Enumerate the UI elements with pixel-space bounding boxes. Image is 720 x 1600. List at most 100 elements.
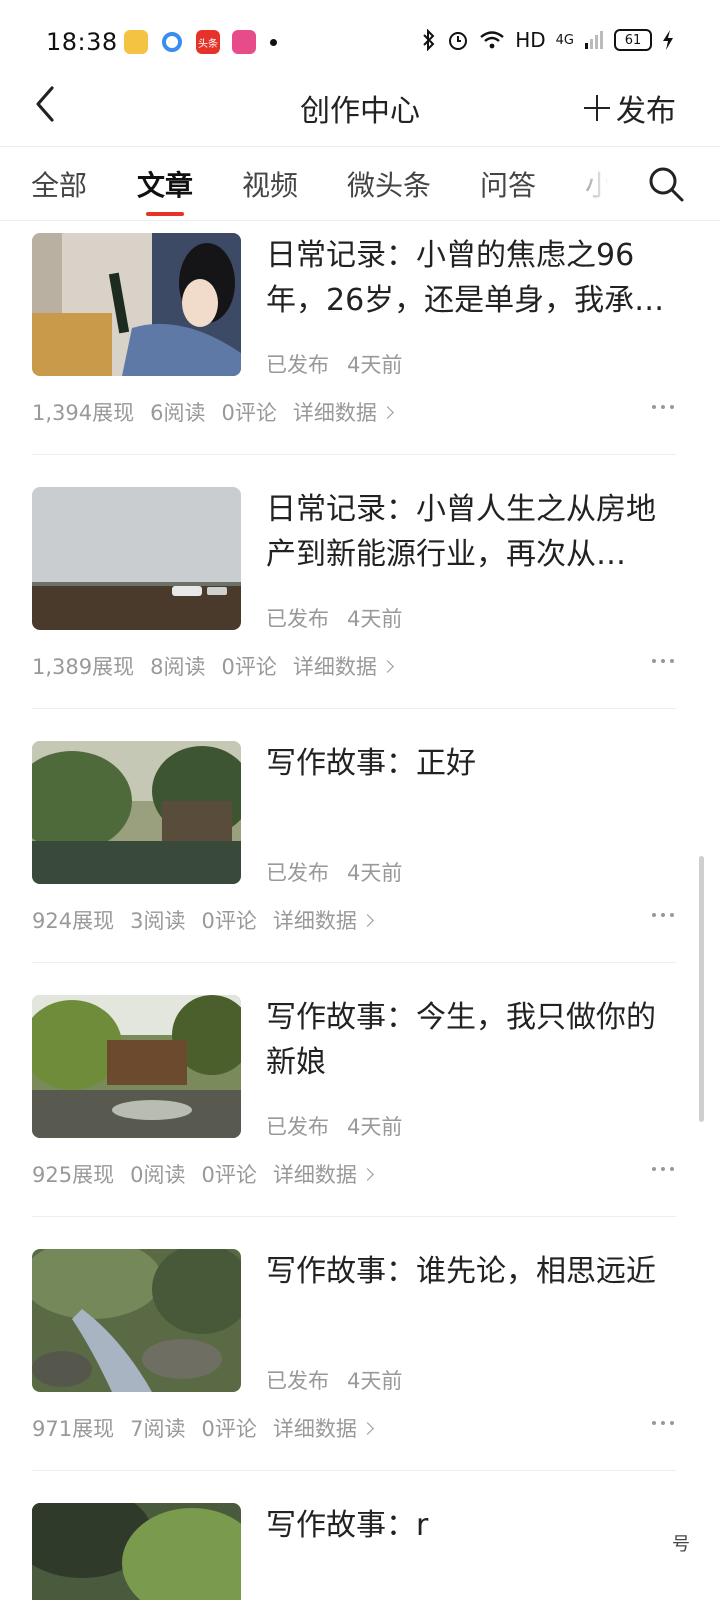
article-thumbnail <box>32 487 241 630</box>
status-time: 18:38 <box>46 28 118 56</box>
article-status: 已发布 4天前 <box>266 1365 420 1395</box>
publish-status: 已发布 <box>266 1369 329 1393</box>
toutiao-app-icon: 头条 <box>196 30 220 54</box>
article-stats: 1,394展现 6阅读 0评论 详细数据 <box>32 397 394 427</box>
bluetooth-icon <box>423 29 435 51</box>
article-item[interactable]: 日常记录：小曾的焦虑之96年，26岁，还是单身，我承… 已发布 4天前 1,394… <box>32 233 676 487</box>
impressions: 925展现 <box>32 1163 115 1187</box>
article-status: 已发布 4天前 <box>266 1111 420 1141</box>
tab-micro-posts[interactable]: 微头条 <box>347 164 431 204</box>
system-icons: HD 4G 61 <box>421 28 674 52</box>
reads: 6阅读 <box>150 401 206 425</box>
detail-label: 详细数据 <box>292 401 377 425</box>
article-title[interactable]: 日常记录：小曾人生之从房地产到新能源行业，再次从… <box>266 487 676 577</box>
signal-type: 4G <box>555 32 574 48</box>
more-options-icon[interactable] <box>652 1167 674 1171</box>
watermark-overlay <box>430 1510 700 1560</box>
notification-icons: 头条 <box>124 30 277 54</box>
comments: 0评论 <box>201 909 257 933</box>
detail-label: 详细数据 <box>292 655 377 679</box>
reads: 3阅读 <box>130 909 186 933</box>
browser-app-icon <box>160 30 184 54</box>
publish-status: 已发布 <box>266 607 329 631</box>
active-tab-indicator <box>146 212 184 216</box>
impressions: 1,389展现 <box>32 655 135 679</box>
battery-level: 61 <box>624 32 642 48</box>
publish-status: 已发布 <box>266 861 329 885</box>
detail-data-link[interactable]: 详细数据 <box>292 651 394 681</box>
wifi-icon <box>480 31 504 49</box>
impressions: 971展现 <box>32 1417 115 1441</box>
article-thumbnail <box>32 1503 241 1600</box>
more-options-icon[interactable] <box>652 659 674 663</box>
article-stats: 924展现 3阅读 0评论 详细数据 <box>32 905 374 935</box>
chevron-right-icon <box>360 913 374 927</box>
tab-qa[interactable]: 问答 <box>480 164 536 204</box>
divider <box>32 454 676 455</box>
chevron-right-icon <box>360 1421 374 1435</box>
article-stats: 925展现 0阅读 0评论 详细数据 <box>32 1159 374 1189</box>
more-options-icon[interactable] <box>652 1421 674 1425</box>
detail-data-link[interactable]: 详细数据 <box>272 1413 374 1443</box>
reads: 8阅读 <box>150 655 206 679</box>
publish-status: 已发布 <box>266 1115 329 1139</box>
detail-label: 详细数据 <box>272 1163 357 1187</box>
article-stats: 1,389展现 8阅读 0评论 详细数据 <box>32 651 394 681</box>
comments: 0评论 <box>221 655 277 679</box>
article-item[interactable]: 写作故事：谁先论，相思远近 已发布 4天前 971展现 7阅读 0评论 详细数据 <box>32 1249 676 1503</box>
publish-time: 4天前 <box>347 1115 403 1139</box>
article-status: 已发布 4天前 <box>266 349 420 379</box>
divider <box>32 708 676 709</box>
chevron-right-icon <box>381 659 394 673</box>
scrollbar[interactable] <box>699 856 704 1122</box>
more-options-icon[interactable] <box>652 405 674 409</box>
tab-videos[interactable]: 视频 <box>242 164 298 204</box>
article-title[interactable]: 写作故事：谁先论，相思远近 <box>266 1249 676 1294</box>
detail-data-link[interactable]: 详细数据 <box>272 905 374 935</box>
article-item[interactable]: 写作故事：今生，我只做你的新娘 已发布 4天前 925展现 0阅读 0评论 详细数… <box>32 995 676 1249</box>
reads: 7阅读 <box>130 1417 186 1441</box>
publish-label: 发布 <box>616 94 676 129</box>
article-thumbnail <box>32 233 241 376</box>
article-status: 已发布 4天前 <box>266 603 420 633</box>
detail-data-link[interactable]: 详细数据 <box>272 1159 374 1189</box>
article-thumbnail <box>32 995 241 1138</box>
article-thumbnail <box>32 1249 241 1392</box>
article-thumbnail <box>32 741 241 884</box>
detail-label: 详细数据 <box>272 1417 357 1441</box>
search-icon[interactable] <box>646 164 686 204</box>
article-item[interactable]: 日常记录：小曾人生之从房地产到新能源行业，再次从… 已发布 4天前 1,389展现… <box>32 487 676 741</box>
divider <box>32 962 676 963</box>
battery-icon: 61 <box>614 29 652 51</box>
article-title[interactable]: 写作故事：今生，我只做你的新娘 <box>266 995 676 1085</box>
article-title[interactable]: 写作故事：正好 <box>266 741 676 786</box>
publish-time: 4天前 <box>347 1369 403 1393</box>
tab-all[interactable]: 全部 <box>31 164 87 204</box>
article-title[interactable]: 日常记录：小曾的焦虑之96年，26岁，还是单身，我承… <box>266 233 676 323</box>
alarm-icon <box>449 32 468 50</box>
publish-time: 4天前 <box>347 353 403 377</box>
charging-icon <box>663 30 673 50</box>
chevron-right-icon <box>381 405 394 419</box>
comments: 0评论 <box>221 401 277 425</box>
notes-app-icon <box>124 30 148 54</box>
network-type: HD <box>515 28 546 52</box>
divider <box>32 1216 676 1217</box>
article-item[interactable]: 写作故事：正好 已发布 4天前 924展现 3阅读 0评论 详细数据 <box>32 741 676 995</box>
article-status: 已发布 4天前 <box>266 857 420 887</box>
publish-button[interactable]: 发布 <box>584 86 676 130</box>
impressions: 924展现 <box>32 909 115 933</box>
publish-status: 已发布 <box>266 353 329 377</box>
impressions: 1,394展现 <box>32 401 135 425</box>
media-app-icon <box>232 30 256 54</box>
nav-bar: 创作中心 发布 <box>0 60 720 147</box>
article-stats: 971展现 7阅读 0评论 详细数据 <box>32 1413 374 1443</box>
publish-time: 4天前 <box>347 607 403 631</box>
tab-articles[interactable]: 文章 <box>137 164 193 204</box>
more-notifications-icon <box>270 38 277 46</box>
detail-label: 详细数据 <box>272 909 357 933</box>
more-options-icon[interactable] <box>652 913 674 917</box>
detail-data-link[interactable]: 详细数据 <box>292 397 394 427</box>
signal-icon <box>585 31 603 49</box>
content-tabs: 全部 文章 视频 微头条 问答 小 <box>0 148 720 221</box>
